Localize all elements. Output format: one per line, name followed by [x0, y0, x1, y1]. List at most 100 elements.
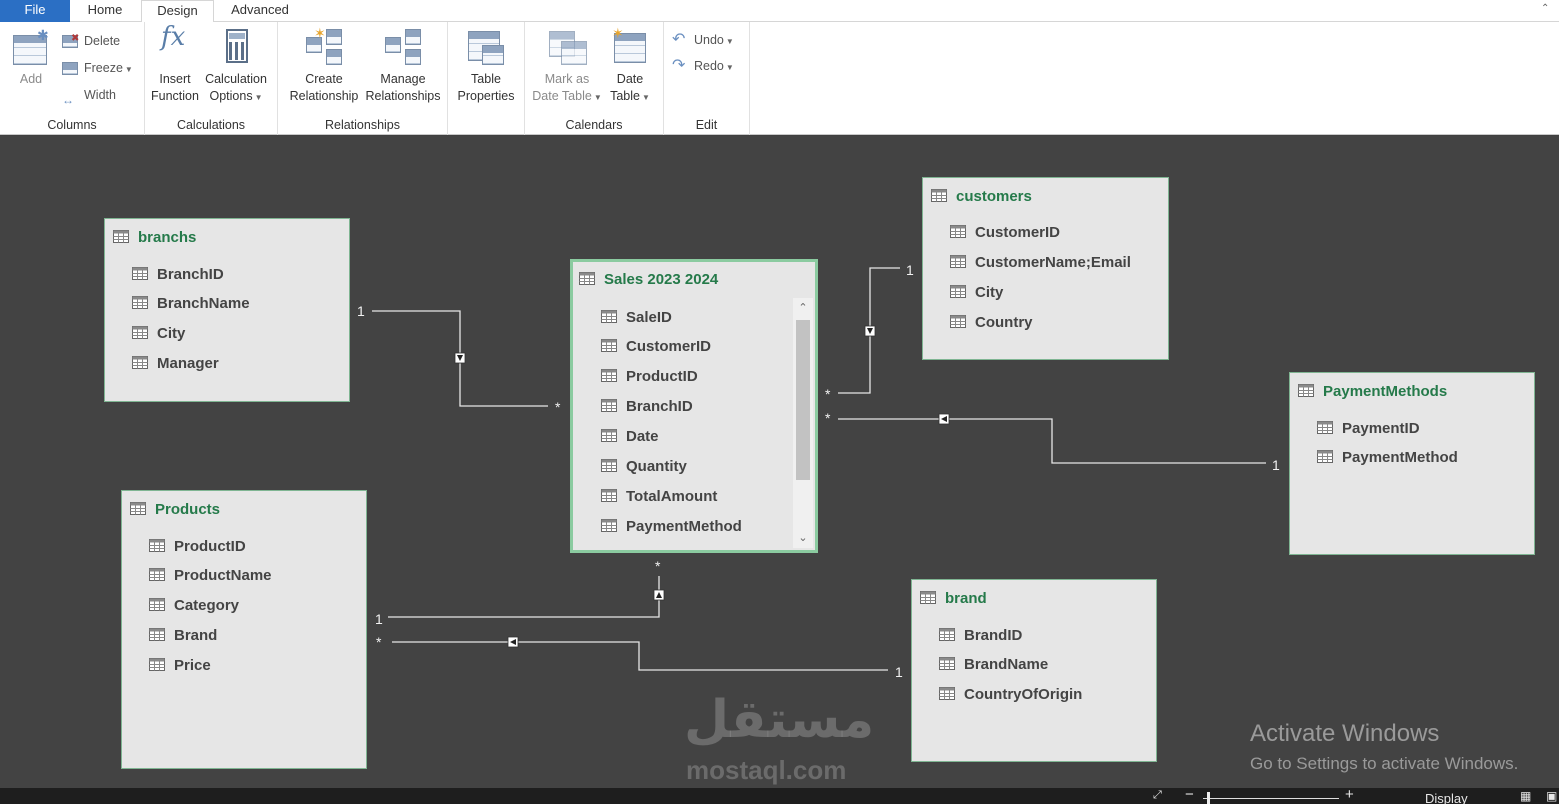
column-icon — [149, 539, 165, 552]
group-label-calculations: Calculations — [176, 118, 246, 132]
field-row[interactable]: Country — [950, 314, 1033, 331]
field-row[interactable]: Category — [149, 597, 239, 614]
table-card-branchs[interactable]: branchs BranchID BranchName City Manager — [104, 218, 350, 402]
freeze-icon — [62, 60, 80, 76]
field-row[interactable]: ProductID — [149, 538, 246, 555]
tab-file[interactable]: File — [0, 0, 70, 22]
table-icon — [931, 189, 947, 202]
column-width-button[interactable]: ↔ Width — [62, 85, 116, 107]
field-row[interactable]: BrandID — [939, 627, 1022, 644]
field-row[interactable]: ProductName — [149, 567, 272, 584]
column-icon — [601, 429, 617, 442]
mark-date-table-label-1: Mark as — [544, 72, 590, 86]
column-icon — [601, 489, 617, 502]
undo-button[interactable]: ↶ Undo ▼ — [672, 30, 734, 50]
field-row[interactable]: Price — [149, 657, 211, 674]
field-row[interactable]: SaleID — [601, 309, 672, 326]
table-card-sales[interactable]: Sales 2023 2024 SaleID CustomerID Produc… — [570, 259, 818, 553]
table-card-brand[interactable]: brand BrandID BrandName CountryOfOrigin — [911, 579, 1157, 762]
field-row[interactable]: Quantity — [601, 458, 687, 475]
calculator-icon — [216, 27, 256, 67]
group-label-calendars: Calendars — [565, 118, 623, 132]
freeze-column-button[interactable]: Freeze ▼ — [62, 58, 133, 78]
field-row[interactable]: BranchID — [132, 266, 224, 283]
table-card-customers[interactable]: customers CustomerID CustomerName;Email … — [922, 177, 1169, 360]
field-row[interactable]: BrandName — [939, 656, 1048, 673]
field-row[interactable]: PaymentID — [1317, 420, 1420, 437]
diagram-view-icon[interactable]: ▣ — [1546, 789, 1557, 803]
create-relationship-button[interactable]: ✶ Create Relationship — [283, 25, 365, 105]
table-properties-button[interactable]: Table Properties — [452, 27, 520, 105]
table-title: brand — [920, 590, 987, 607]
cardinality-label: * — [825, 410, 831, 426]
tab-design[interactable]: Design — [141, 0, 214, 23]
undo-label: Undo — [694, 33, 724, 47]
redo-label: Redo — [694, 59, 724, 73]
insert-function-button[interactable]: fx Insert Function — [149, 24, 201, 105]
column-icon — [132, 356, 148, 369]
create-relationship-icon: ✶ — [304, 25, 344, 67]
freeze-label: Freeze — [84, 61, 123, 75]
fit-to-window-icon[interactable]: ⤢ — [1153, 789, 1162, 802]
activate-windows-title: Activate Windows — [1250, 720, 1440, 747]
mark-as-date-table-button[interactable]: Mark as Date Table ▼ — [529, 27, 605, 106]
zoom-out-button[interactable]: − — [1185, 786, 1194, 803]
table-name: PaymentMethods — [1323, 383, 1448, 400]
delete-column-button[interactable]: ✖ Delete — [62, 31, 120, 51]
field-row[interactable]: PaymentMethod — [601, 518, 742, 535]
field-row[interactable]: Brand — [149, 627, 217, 644]
field-row[interactable]: City — [132, 325, 185, 342]
table-icon — [579, 272, 595, 285]
field-row[interactable]: CustomerName;Email — [950, 254, 1131, 271]
field-row[interactable]: TotalAmount — [601, 488, 717, 505]
date-table-icon: ✶ — [610, 25, 650, 67]
field-row[interactable]: CustomerID — [950, 224, 1060, 241]
manage-relationships-label-2: Relationships — [365, 89, 441, 103]
field-row[interactable]: BranchID — [601, 398, 693, 415]
scroll-thumb[interactable] — [796, 320, 810, 480]
ribbon-tab-bar: File Home Design Advanced ⌃ — [0, 0, 1559, 23]
date-table-button[interactable]: ✶ Date Table ▼ — [607, 25, 653, 106]
field-row[interactable]: ProductID — [601, 368, 698, 385]
field-row[interactable]: BranchName — [132, 295, 250, 312]
column-icon — [601, 310, 617, 323]
table-icon — [113, 230, 129, 243]
group-label-columns: Columns — [47, 118, 97, 132]
column-icon — [149, 598, 165, 611]
chevron-up-icon[interactable]: ⌃ — [793, 298, 813, 318]
add-column-icon: ✱ — [11, 27, 51, 67]
column-icon — [1317, 450, 1333, 463]
relationship-line-payment-sales — [838, 418, 1266, 464]
redo-button[interactable]: ↷ Redo ▼ — [672, 56, 734, 76]
table-properties-label-2: Properties — [457, 89, 515, 103]
cardinality-label: * — [555, 399, 561, 415]
add-column-button[interactable]: ✱ Add — [10, 27, 52, 88]
delete-label: Delete — [84, 34, 121, 48]
vertical-scrollbar[interactable]: ⌃ ⌄ — [793, 298, 813, 548]
group-edit: ↶ Undo ▼ ↷ Redo ▼ Edit — [664, 22, 750, 135]
zoom-in-button[interactable]: + — [1345, 786, 1354, 803]
calculation-options-button[interactable]: Calculation Options ▼ — [203, 27, 269, 106]
column-icon — [132, 326, 148, 339]
display-label[interactable]: Display — [1425, 791, 1468, 804]
chevron-down-icon[interactable]: ⌄ — [793, 528, 813, 548]
table-card-products[interactable]: Products ProductID ProductName Category … — [121, 490, 367, 769]
manage-relationships-button[interactable]: Manage Relationships — [360, 27, 446, 105]
grid-view-icon[interactable]: ▦ — [1520, 789, 1531, 803]
field-row[interactable]: Date — [601, 428, 659, 445]
table-card-payment-methods[interactable]: PaymentMethods PaymentID PaymentMethod — [1289, 372, 1535, 555]
field-row[interactable]: PaymentMethod — [1317, 449, 1458, 466]
field-row[interactable]: City — [950, 284, 1003, 301]
tab-advanced[interactable]: Advanced — [216, 0, 304, 22]
chevron-up-icon[interactable]: ⌃ — [1541, 3, 1555, 17]
chevron-down-icon: ▼ — [725, 37, 734, 46]
zoom-slider[interactable] — [1203, 798, 1339, 799]
zoom-slider-thumb[interactable] — [1207, 792, 1210, 804]
field-row[interactable]: CountryOfOrigin — [939, 686, 1082, 703]
field-row[interactable]: Manager — [132, 355, 219, 372]
tab-home[interactable]: Home — [70, 0, 140, 22]
column-icon — [601, 459, 617, 472]
relationship-line-products-sales — [388, 576, 660, 618]
field-row[interactable]: CustomerID — [601, 338, 711, 355]
cardinality-label: 1 — [357, 303, 365, 319]
